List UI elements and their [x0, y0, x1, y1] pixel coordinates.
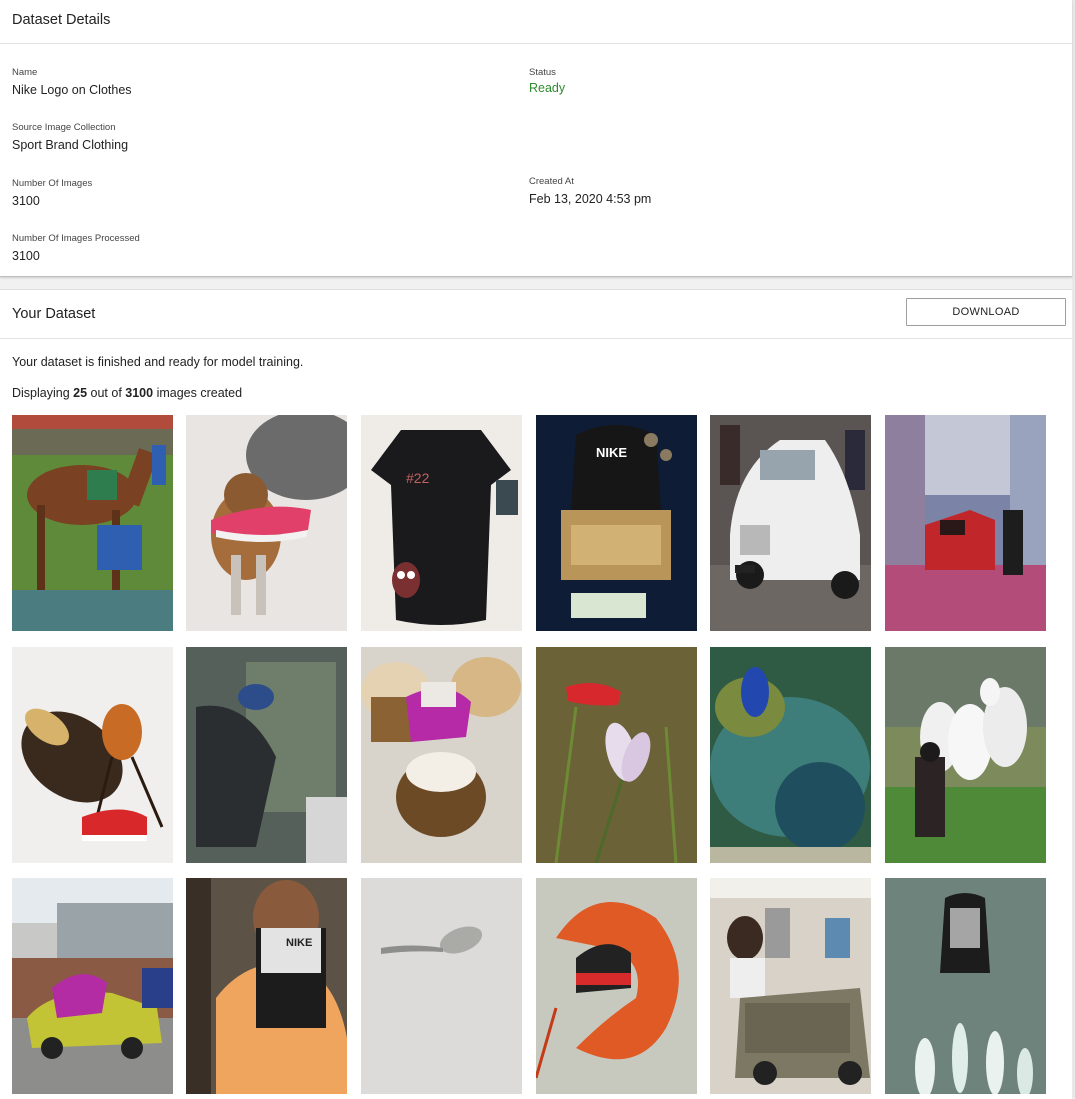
displaying-total: 3100	[125, 386, 154, 400]
displaying-message: Displaying 25 out of 3100 images created	[12, 386, 242, 400]
finished-message: Your dataset is finished and ready for m…	[12, 355, 304, 369]
created-at-label: Created At	[529, 176, 574, 187]
download-button[interactable]: DOWNLOAD	[906, 298, 1066, 326]
source-value: Sport Brand Clothing	[12, 138, 129, 152]
num-images-label: Number Of Images	[12, 178, 93, 189]
thumbnail-image[interactable]: #22	[361, 415, 522, 631]
dataset-title: Your Dataset	[12, 306, 96, 322]
svg-text:NIKE: NIKE	[596, 445, 627, 460]
displaying-suffix: images created	[153, 386, 243, 400]
thumbnail-image[interactable]	[885, 415, 1046, 631]
dataset-header: Your Dataset DOWNLOAD	[0, 290, 1072, 339]
thumbnail-image[interactable]	[361, 647, 522, 863]
details-header: Dataset Details	[0, 0, 1072, 44]
displaying-mid: out of	[87, 386, 126, 400]
details-title: Dataset Details	[12, 12, 111, 28]
created-at-value: Feb 13, 2020 4:53 pm	[529, 192, 652, 206]
thumbnail-image[interactable]	[536, 878, 697, 1094]
thumbnail-image[interactable]	[186, 647, 347, 863]
processed-label: Number Of Images Processed	[12, 233, 140, 244]
thumbnail-image[interactable]	[12, 878, 173, 1094]
thumbnail-image[interactable]	[186, 415, 347, 631]
name-value: Nike Logo on Clothes	[12, 83, 132, 97]
num-images-value: 3100	[12, 194, 40, 208]
source-label: Source Image Collection	[12, 122, 116, 133]
thumbnail-image[interactable]	[885, 647, 1046, 863]
displaying-prefix: Displaying	[12, 386, 74, 400]
thumbnail-image[interactable]	[710, 415, 871, 631]
displaying-count: 25	[73, 386, 88, 400]
thumbnail-image[interactable]	[12, 415, 173, 631]
status-value: Ready	[529, 81, 566, 95]
thumbnail-image[interactable]: NIKE	[536, 415, 697, 631]
thumbnail-image[interactable]	[361, 878, 522, 1094]
thumbnail-image[interactable]	[885, 878, 1046, 1094]
svg-text:NIKE: NIKE	[286, 937, 312, 949]
processed-value: 3100	[12, 249, 40, 263]
status-label: Status	[529, 67, 556, 78]
thumbnail-image[interactable]	[710, 878, 871, 1094]
svg-text:#22: #22	[406, 470, 430, 486]
thumbnail-image[interactable]	[12, 647, 173, 863]
thumbnail-image[interactable]: NIKE	[186, 878, 347, 1094]
thumbnail-image[interactable]	[536, 647, 697, 863]
dataset-details-panel: Dataset Details Name Nike Logo on Clothe…	[0, 0, 1072, 277]
name-label: Name	[12, 67, 38, 78]
thumbnail-image[interactable]	[710, 647, 871, 863]
